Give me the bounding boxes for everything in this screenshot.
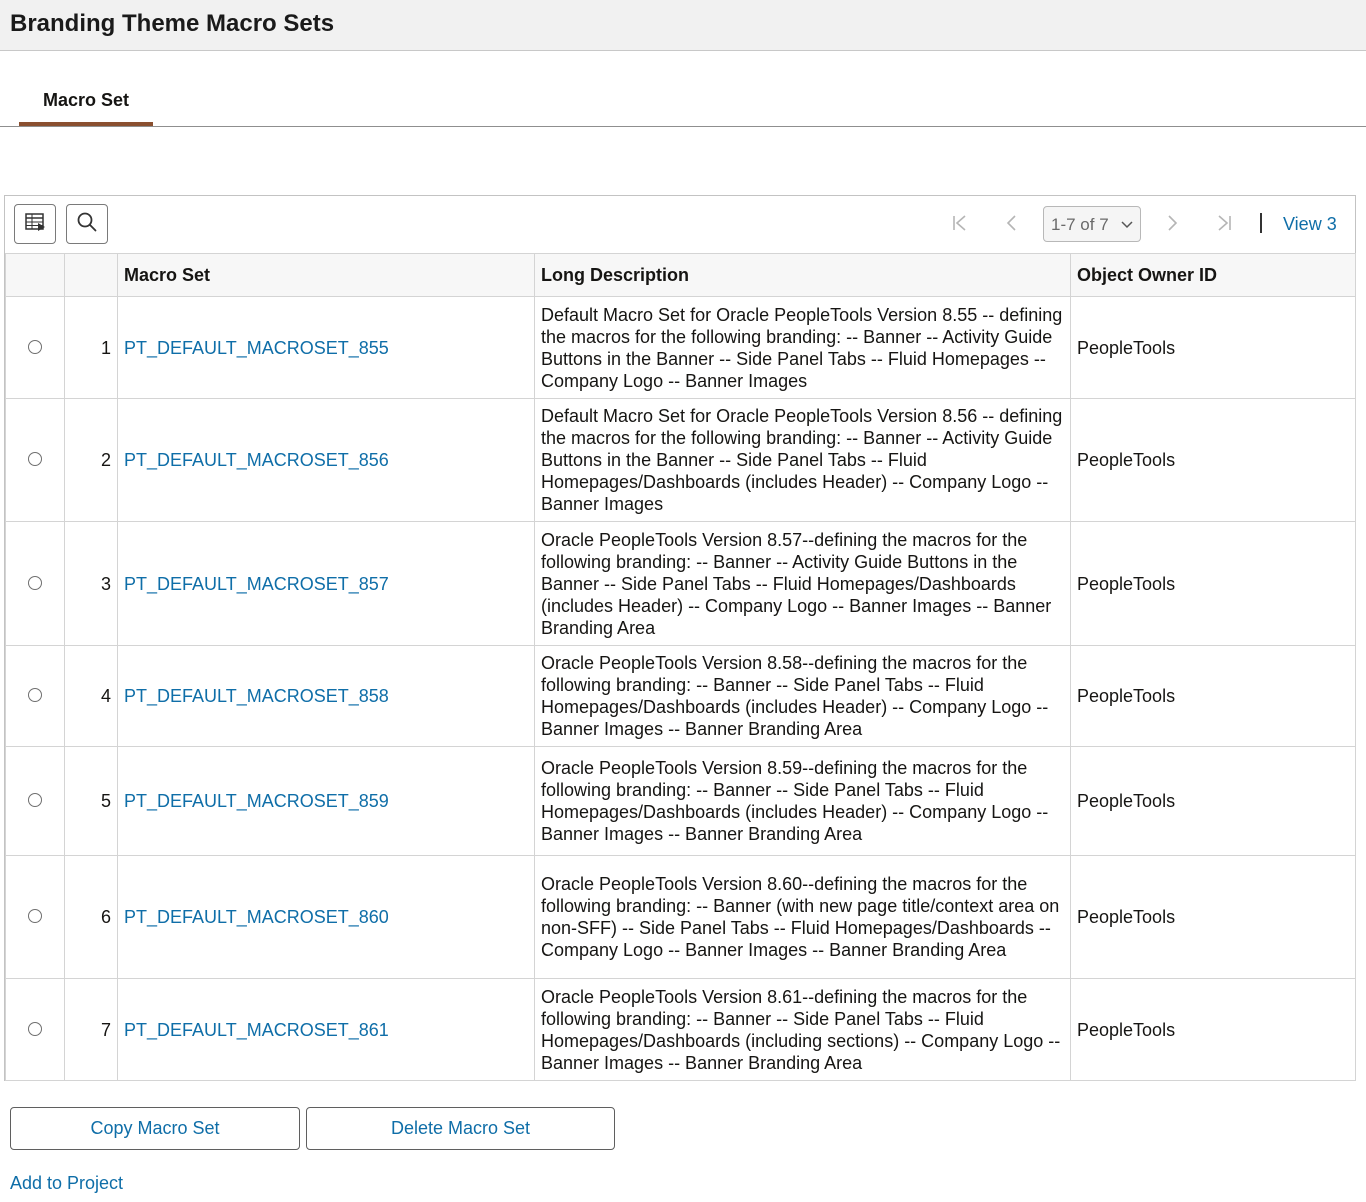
row-select-cell — [5, 645, 65, 747]
macro-set-link[interactable]: PT_DEFAULT_MACROSET_855 — [124, 338, 389, 358]
next-page-icon[interactable] — [1159, 210, 1185, 236]
row-select-radio[interactable] — [28, 452, 42, 466]
personalize-grid-icon — [24, 211, 46, 238]
row-select-cell — [5, 978, 65, 1081]
column-header-macro-set[interactable]: Macro Set — [117, 253, 535, 297]
object-owner-id: PeopleTools — [1070, 521, 1356, 646]
object-owner-id: PeopleTools — [1070, 296, 1356, 399]
object-owner-id: PeopleTools — [1070, 398, 1356, 522]
row-select-cell — [5, 521, 65, 646]
add-to-project-link[interactable]: Add to Project — [10, 1173, 123, 1194]
row-number: 6 — [64, 855, 118, 979]
row-number: 5 — [64, 746, 118, 856]
row-select-cell — [5, 746, 65, 856]
long-description: Default Macro Set for Oracle PeopleTools… — [534, 398, 1071, 522]
table-row: 5 PT_DEFAULT_MACROSET_859 Oracle PeopleT… — [5, 746, 1356, 856]
row-select-radio[interactable] — [28, 793, 42, 807]
row-number: 2 — [64, 398, 118, 522]
tab-strip: Macro Set — [0, 52, 1366, 127]
macro-set-table: Macro Set Long Description Object Owner … — [5, 253, 1356, 1081]
macro-set-link[interactable]: PT_DEFAULT_MACROSET_861 — [124, 1020, 389, 1040]
row-select-radio[interactable] — [28, 688, 42, 702]
long-description: Oracle PeopleTools Version 8.57--definin… — [534, 521, 1071, 646]
page-range-select[interactable]: 1-7 of 7 — [1043, 206, 1141, 242]
column-header-select — [5, 253, 65, 297]
macro-set-link[interactable]: PT_DEFAULT_MACROSET_856 — [124, 450, 389, 470]
table-row: 2 PT_DEFAULT_MACROSET_856 Default Macro … — [5, 398, 1356, 522]
table-row: 1 PT_DEFAULT_MACROSET_855 Default Macro … — [5, 296, 1356, 399]
first-page-icon[interactable] — [947, 210, 973, 236]
last-page-icon[interactable] — [1211, 210, 1237, 236]
tab-macro-set[interactable]: Macro Set — [19, 52, 153, 126]
object-owner-id: PeopleTools — [1070, 855, 1356, 979]
row-select-cell — [5, 398, 65, 522]
object-owner-id: PeopleTools — [1070, 746, 1356, 856]
previous-page-icon[interactable] — [999, 210, 1025, 236]
row-number: 7 — [64, 978, 118, 1081]
macro-set-cell: PT_DEFAULT_MACROSET_856 — [117, 398, 535, 522]
view-all-link[interactable]: View 3 — [1283, 214, 1337, 235]
object-owner-id: PeopleTools — [1070, 645, 1356, 747]
macro-set-link[interactable]: PT_DEFAULT_MACROSET_858 — [124, 686, 389, 706]
row-select-radio[interactable] — [28, 1021, 42, 1036]
macro-set-cell: PT_DEFAULT_MACROSET_857 — [117, 521, 535, 646]
macro-set-cell: PT_DEFAULT_MACROSET_855 — [117, 296, 535, 399]
pager-divider — [1260, 213, 1262, 233]
macro-set-link[interactable]: PT_DEFAULT_MACROSET_859 — [124, 791, 389, 811]
column-header-object-owner-id[interactable]: Object Owner ID — [1070, 253, 1356, 297]
search-button[interactable] — [66, 204, 108, 244]
copy-macro-set-button[interactable]: Copy Macro Set — [10, 1107, 300, 1150]
column-header-row-number — [64, 253, 118, 297]
long-description: Oracle PeopleTools Version 8.60--definin… — [534, 855, 1071, 979]
row-number: 1 — [64, 296, 118, 399]
delete-macro-set-button[interactable]: Delete Macro Set — [306, 1107, 615, 1150]
row-select-cell — [5, 296, 65, 399]
chevron-down-icon — [1121, 218, 1133, 236]
macro-set-cell: PT_DEFAULT_MACROSET_858 — [117, 645, 535, 747]
column-header-long-description[interactable]: Long Description — [534, 253, 1071, 297]
row-select-cell — [5, 855, 65, 979]
table-row: 7 PT_DEFAULT_MACROSET_861 Oracle PeopleT… — [5, 978, 1356, 1081]
long-description: Oracle PeopleTools Version 8.58--definin… — [534, 645, 1071, 747]
macro-set-link[interactable]: PT_DEFAULT_MACROSET_860 — [124, 907, 389, 927]
table-row: 3 PT_DEFAULT_MACROSET_857 Oracle PeopleT… — [5, 521, 1356, 646]
row-select-radio[interactable] — [28, 339, 42, 354]
long-description: Oracle PeopleTools Version 8.59--definin… — [534, 746, 1071, 856]
object-owner-id: PeopleTools — [1070, 978, 1356, 1081]
table-header-row: Macro Set Long Description Object Owner … — [5, 253, 1356, 297]
long-description: Oracle PeopleTools Version 8.61--definin… — [534, 978, 1071, 1081]
title-bar: Branding Theme Macro Sets — [0, 0, 1366, 51]
page-title: Branding Theme Macro Sets — [10, 10, 335, 37]
search-icon — [76, 211, 98, 238]
macro-set-cell: PT_DEFAULT_MACROSET_860 — [117, 855, 535, 979]
macro-set-link[interactable]: PT_DEFAULT_MACROSET_857 — [124, 574, 389, 594]
page-range-text: 1-7 of 7 — [1051, 215, 1109, 234]
row-number: 3 — [64, 521, 118, 646]
grid-toolbar: 1-7 of 7 View 3 — [5, 196, 1355, 253]
macro-set-grid: 1-7 of 7 View 3 Macro Set Long Descripti… — [4, 195, 1356, 1081]
long-description: Default Macro Set for Oracle PeopleTools… — [534, 296, 1071, 399]
personalize-grid-button[interactable] — [14, 204, 56, 244]
macro-set-cell: PT_DEFAULT_MACROSET_859 — [117, 746, 535, 856]
row-select-radio[interactable] — [28, 909, 42, 923]
tab-label: Macro Set — [42, 90, 130, 110]
table-row: 6 PT_DEFAULT_MACROSET_860 Oracle PeopleT… — [5, 855, 1356, 979]
table-row: 4 PT_DEFAULT_MACROSET_858 Oracle PeopleT… — [5, 645, 1356, 747]
row-number: 4 — [64, 645, 118, 747]
macro-set-cell: PT_DEFAULT_MACROSET_861 — [117, 978, 535, 1081]
row-select-radio[interactable] — [28, 575, 42, 590]
